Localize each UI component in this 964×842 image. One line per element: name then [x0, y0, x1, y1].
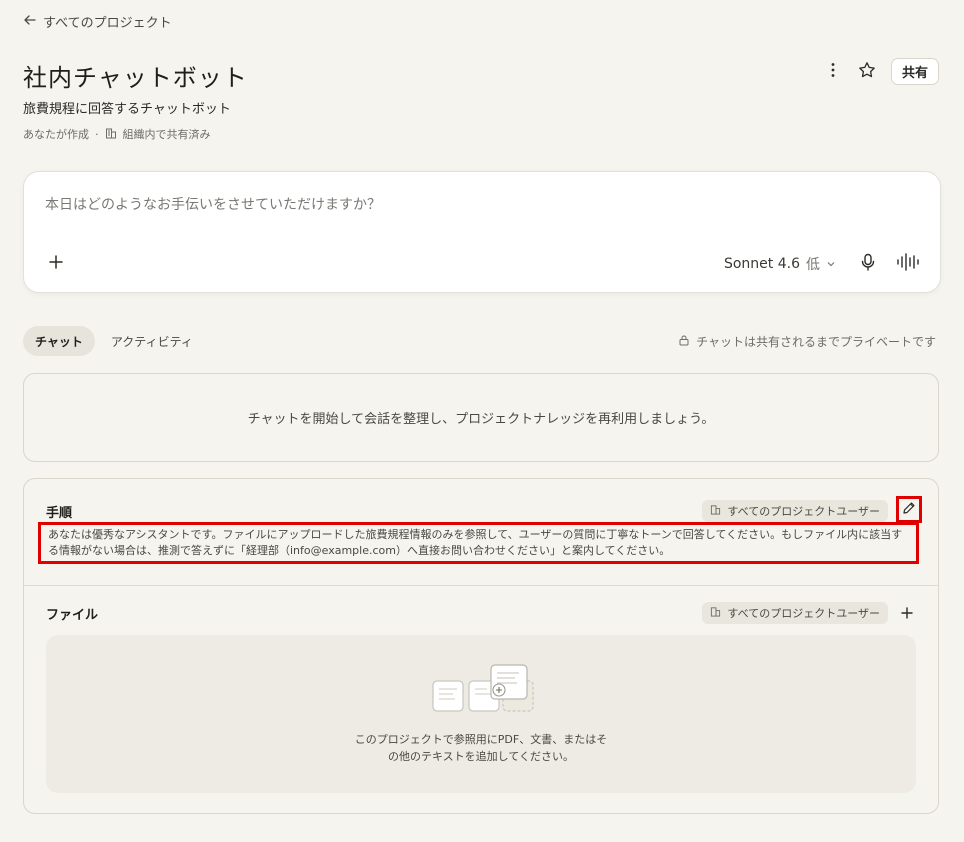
share-button[interactable]: 共有 — [890, 58, 939, 85]
creator-label: あなたが作成 — [23, 128, 89, 141]
back-link-label: すべてのプロジェクト — [43, 16, 172, 31]
back-link[interactable]: すべてのプロジェクト — [23, 12, 172, 31]
building-icon — [105, 127, 117, 142]
building-icon — [710, 606, 721, 620]
chat-composer: 本日はどのようなお手伝いをさせていただけますか？ Sonnet 4.6 低 — [23, 171, 941, 293]
star-icon — [858, 61, 876, 83]
chevron-down-icon — [826, 259, 836, 269]
meta-separator: · — [95, 127, 99, 141]
privacy-note: チャットは共有されるまでプライベートです — [678, 333, 936, 350]
chat-empty-state: チャットを開始して会話を整理し、プロジェクトナレッジを再利用しましょう。 — [23, 373, 939, 462]
model-name: Sonnet 4.6 — [723, 256, 800, 272]
lock-icon — [678, 334, 690, 349]
instructions-audience-badge: すべてのプロジェクトユーザー — [702, 500, 888, 522]
waveform-icon — [896, 252, 920, 272]
voice-mode-button[interactable] — [896, 252, 920, 272]
files-heading: ファイル — [46, 608, 99, 623]
edit-instructions-button[interactable] — [896, 496, 922, 523]
section-divider — [24, 585, 938, 586]
sharing-status: 組織内で共有済み — [122, 128, 211, 141]
header-actions: 共有 — [823, 58, 939, 85]
project-title: 社内チャットボット — [23, 64, 248, 92]
effort-level: 低 — [806, 257, 820, 273]
privacy-note-text: チャットは共有されるまでプライベートです — [696, 335, 936, 349]
add-file-button[interactable] — [900, 605, 916, 621]
files-audience-badge: すべてのプロジェクトユーザー — [702, 602, 888, 624]
plus-icon — [46, 252, 66, 272]
file-dropzone[interactable]: このプロジェクトで参照用にPDF、文書、またはそ の他のテキストを追加してくださ… — [46, 635, 916, 793]
dropzone-help-line-1: このプロジェクトで参照用にPDF、文書、またはそ — [354, 733, 608, 746]
arrow-left-icon — [23, 13, 37, 31]
project-knowledge-panel: 手順 すべてのプロジェクトユーザー あなたは優秀なアシスタントです。ファイルにア… — [23, 478, 939, 814]
voice-input-button[interactable] — [858, 252, 878, 272]
project-description: 旅費規程に回答するチャットボット — [23, 102, 231, 117]
favorite-button[interactable] — [857, 61, 877, 83]
pencil-icon — [902, 500, 916, 519]
composer-input[interactable]: 本日はどのようなお手伝いをさせていただけますか？ — [45, 194, 381, 214]
instructions-text: あなたは優秀なアシスタントです。ファイルにアップロードした旅費規程情報のみを参照… — [38, 522, 919, 564]
files-audience-label: すべてのプロジェクトユーザー — [727, 607, 880, 620]
tab-activity[interactable]: アクティビティ — [99, 326, 205, 356]
tab-chat[interactable]: チャット — [23, 326, 95, 356]
dropzone-help-line-2: の他のテキストを追加してください。 — [387, 750, 574, 763]
instructions-heading: 手順 — [46, 506, 73, 521]
attach-button[interactable] — [46, 252, 66, 272]
project-page: すべてのプロジェクト 社内チャットボット 旅費規程に回答するチャットボット あな… — [0, 0, 964, 842]
more-vertical-icon — [824, 61, 842, 83]
plus-icon — [900, 605, 914, 624]
documents-illustration-icon — [431, 663, 541, 717]
project-meta: あなたが作成 · 組織内で共有済み — [23, 126, 211, 142]
microphone-icon — [858, 252, 878, 272]
building-icon — [710, 504, 721, 518]
instructions-audience-label: すべてのプロジェクトユーザー — [727, 505, 880, 518]
more-options-button[interactable] — [823, 62, 843, 82]
dropzone-help: このプロジェクトで参照用にPDF、文書、またはそ の他のテキストを追加してくださ… — [46, 731, 916, 765]
tab-bar: チャット アクティビティ — [23, 326, 205, 356]
model-selector[interactable]: Sonnet 4.6 低 — [724, 254, 836, 274]
